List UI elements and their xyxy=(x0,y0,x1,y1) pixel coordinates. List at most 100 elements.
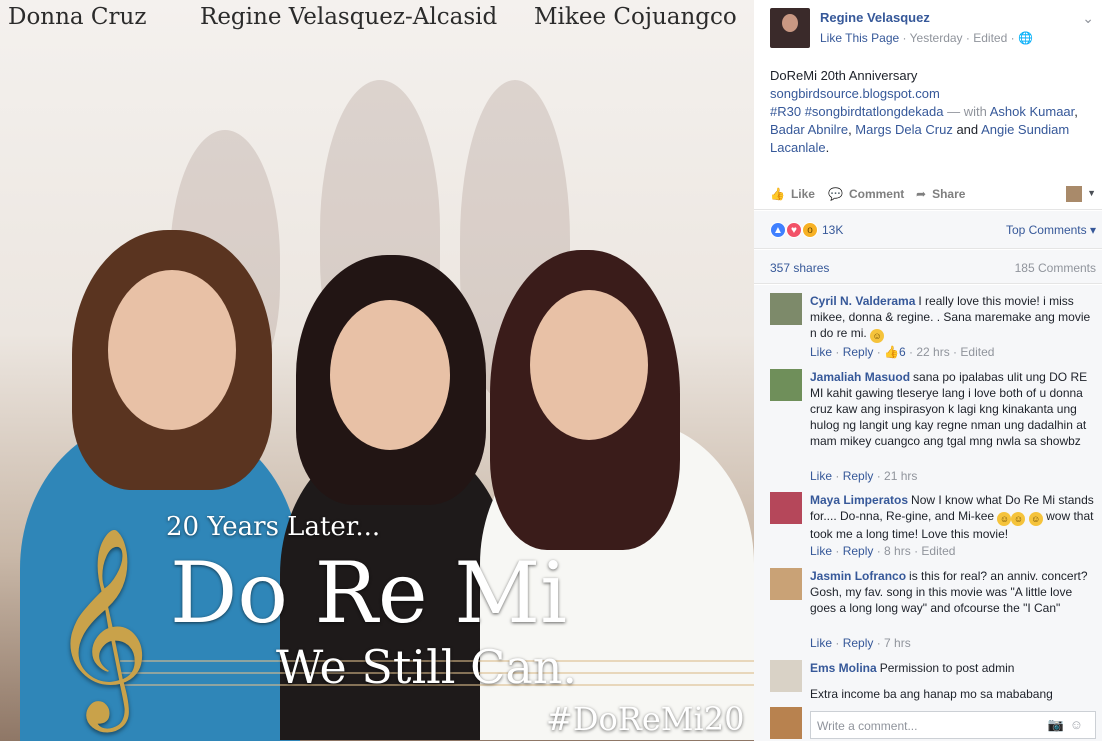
post-photo[interactable]: Donna Cruz Regine Velasquez-Alcasid Mike… xyxy=(0,0,754,741)
comment-body: Cyril N. Valderama I really love this mov… xyxy=(810,293,1100,343)
viewer-avatar[interactable] xyxy=(770,707,802,739)
post-meta: Like This Page · Yesterday · Edited · 🌐 xyxy=(820,31,1033,45)
photo-name-regine: Regine Velasquez-Alcasid xyxy=(200,4,498,30)
comment-reply-link[interactable]: Reply xyxy=(843,345,874,359)
page-avatar[interactable] xyxy=(770,8,810,48)
comment-avatar[interactable] xyxy=(770,660,802,692)
caret-down-icon[interactable]: ▼ xyxy=(1087,188,1096,198)
photo-names: Donna Cruz Regine Velasquez-Alcasid Mike… xyxy=(0,4,754,36)
comment-edited[interactable]: Edited xyxy=(960,345,994,359)
comment-author[interactable]: Maya Limperatos xyxy=(810,493,908,507)
comment-like-link[interactable]: Like xyxy=(810,544,832,558)
tagged-person[interactable]: Ashok Kumaar xyxy=(990,104,1075,119)
comment-reply-link[interactable]: Reply xyxy=(843,469,874,483)
woman-center-face xyxy=(330,300,450,450)
wow-reaction-icon[interactable]: o xyxy=(802,222,818,238)
comment-avatar[interactable] xyxy=(770,492,802,524)
reactions-row: ▲ ♥ o 13K Top Comments ▾ xyxy=(754,211,1102,249)
comment-avatar[interactable] xyxy=(770,369,802,401)
write-comment-icons: 📷☺ xyxy=(1048,717,1089,733)
chevron-down-icon[interactable]: ⌄ xyxy=(1082,10,1094,27)
woman-left-face xyxy=(108,270,236,430)
comments-count[interactable]: 185 Comments xyxy=(1015,261,1096,275)
page-name-link[interactable]: Regine Velasquez xyxy=(820,10,930,25)
like-reaction-icon[interactable]: ▲ xyxy=(770,222,786,238)
share-button[interactable]: ➦ Share xyxy=(916,187,965,201)
like-page-link[interactable]: Like This Page xyxy=(820,31,899,45)
comment-time[interactable]: 7 hrs xyxy=(884,636,911,650)
comment-text: Permission to post admin xyxy=(879,661,1015,675)
photo-tagline-years: 20 Years Later... xyxy=(166,512,381,542)
comment-edited[interactable]: Edited xyxy=(921,544,955,558)
comment-reply-link[interactable]: Reply xyxy=(843,636,874,650)
comment-like-count[interactable]: 6 xyxy=(899,345,906,359)
comments-list: Cyril N. Valderama I really love this mov… xyxy=(754,285,1102,701)
post-header: Regine Velasquez Like This Page · Yester… xyxy=(770,8,1100,56)
write-comment-input[interactable]: Write a comment... 📷☺ xyxy=(810,711,1096,739)
post-actions: 👍 Like 💬 Comment ➦ Share ▼ xyxy=(754,180,1102,210)
post-url-link[interactable]: songbirdsource.blogspot.com xyxy=(770,85,1100,103)
smile-emoji-icon: ☺ xyxy=(870,329,885,343)
comment-time[interactable]: 21 hrs xyxy=(884,469,917,483)
post-title: DoReMi 20th Anniversary xyxy=(770,68,918,83)
comment-avatar[interactable] xyxy=(770,293,802,325)
laughing-emoji-icon: ☺ xyxy=(1011,512,1026,526)
tagged-person[interactable]: Badar Abnilre xyxy=(770,122,848,137)
photo-name-mikee: Mikee Cojuangco xyxy=(534,4,737,30)
sticker-icon[interactable]: ☺ xyxy=(1070,717,1089,732)
globe-icon: 🌐 xyxy=(1017,31,1033,45)
comment-body: Jasmin Lofranco is this for real? an anni… xyxy=(810,568,1100,616)
comment-item: Jamaliah Masuod sana po ipalabas ulit ung… xyxy=(770,369,1100,489)
thumbs-up-icon: 👍 xyxy=(884,345,899,359)
shares-link[interactable]: 357 shares xyxy=(770,261,829,275)
comment-footer: Like · Reply · 8 hrs · Edited xyxy=(810,544,956,558)
comment-footer: Like · Reply · 👍6 · 22 hrs · Edited xyxy=(810,345,995,359)
viewer-avatar[interactable] xyxy=(1066,186,1082,202)
love-reaction-icon[interactable]: ♥ xyxy=(786,222,802,238)
comment-avatar[interactable] xyxy=(770,568,802,600)
comment-footer: Like · Reply · 7 hrs xyxy=(810,636,911,650)
comment-author[interactable]: Ems Molina xyxy=(810,661,877,675)
comment-time[interactable]: 8 hrs xyxy=(884,544,911,558)
comment-like-link[interactable]: Like xyxy=(810,469,832,483)
like-label: Like xyxy=(790,187,815,201)
comment-author[interactable]: Cyril N. Valderama xyxy=(810,294,915,308)
comment-like-link[interactable]: Like xyxy=(810,636,832,650)
laughing-emoji-icon: ☺ xyxy=(997,512,1012,526)
comment-author[interactable]: Jamaliah Masuod xyxy=(810,370,910,384)
top-comments-dropdown[interactable]: Top Comments ▾ xyxy=(1006,223,1096,237)
write-comment-row: Write a comment... 📷☺ xyxy=(754,701,1102,741)
photo-name-donna: Donna Cruz xyxy=(8,4,147,30)
post-edited[interactable]: Edited xyxy=(973,31,1007,45)
photo-hashtag: #DoReMi20 xyxy=(546,700,745,738)
comment-time[interactable]: 22 hrs xyxy=(916,345,949,359)
tagged-person[interactable]: Margs Dela Cruz xyxy=(855,122,953,137)
comment-body: Maya Limperatos Now I know what Do Re Mi … xyxy=(810,492,1100,542)
with-text: — with xyxy=(947,104,987,119)
write-comment-placeholder: Write a comment... xyxy=(817,719,918,733)
comment-footer: Like · Reply · 21 hrs xyxy=(810,469,918,483)
treble-clef-icon: 𝄞 xyxy=(50,526,151,724)
comment-item: Cyril N. Valderama I really love this mov… xyxy=(770,293,1100,363)
comment-body: Ems Molina Permission to post admin Extra… xyxy=(810,660,1100,701)
comment-item: Ems Molina Permission to post admin Extra… xyxy=(770,660,1100,701)
camera-icon[interactable]: 📷 xyxy=(1048,717,1070,732)
share-label: Share xyxy=(932,187,966,201)
comment-icon: 💬 xyxy=(828,187,843,201)
post-panel: Regine Velasquez Like This Page · Yester… xyxy=(754,0,1102,741)
post-text: DoReMi 20th Anniversary songbirdsource.b… xyxy=(770,67,1100,157)
like-button[interactable]: 👍 Like xyxy=(770,187,815,201)
share-icon: ➦ xyxy=(916,187,927,201)
post-hashtags[interactable]: #R30 #songbirdtatlongdekada xyxy=(770,104,943,119)
photo-tagline-subtitle: We Still Can. xyxy=(276,640,577,694)
comment-author[interactable]: Jasmin Lofranco xyxy=(810,569,906,583)
comment-button[interactable]: 💬 Comment xyxy=(828,187,904,201)
comment-like-link[interactable]: Like xyxy=(810,345,832,359)
comment-reply-link[interactable]: Reply xyxy=(843,544,874,558)
shares-row: 357 shares 185 Comments xyxy=(754,250,1102,284)
thumbs-up-icon: 👍 xyxy=(770,187,785,201)
reaction-count[interactable]: 13K xyxy=(822,223,843,237)
comment-body: Jamaliah Masuod sana po ipalabas ulit ung… xyxy=(810,369,1100,449)
comment-label: Comment xyxy=(848,187,905,201)
post-time[interactable]: Yesterday xyxy=(910,31,963,45)
